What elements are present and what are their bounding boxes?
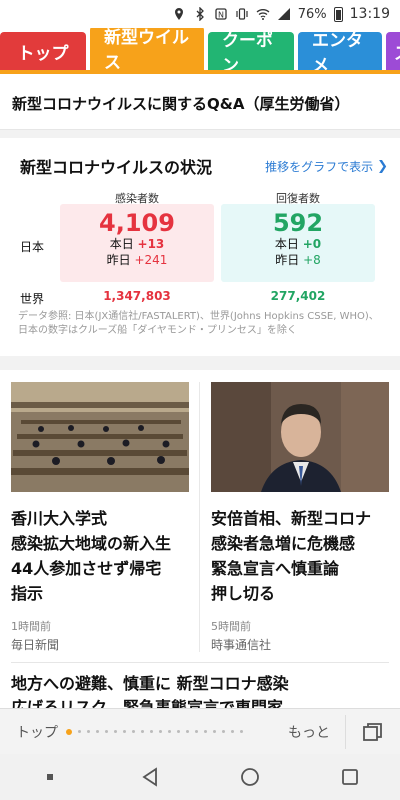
data-source-note: データ参照: 日本(JX通信社/FASTALERT)、世界(Johns Hopk… xyxy=(18,311,379,336)
page-indicator xyxy=(66,728,243,735)
news-source: 毎日新聞 xyxy=(11,638,60,652)
corona-status-card: 新型コロナウイルスの状況 推移をグラフで表示 ❯ 感染者数 回復者数 日本 4,… xyxy=(0,138,400,350)
nav-dot-button[interactable] xyxy=(30,757,70,797)
tab-coupon[interactable]: クーポン xyxy=(208,31,294,70)
page-dot xyxy=(213,730,216,733)
japan-infected-today: +13 xyxy=(137,237,165,251)
page-dot xyxy=(132,730,135,733)
show-graph-link[interactable]: 推移をグラフで表示 ❯ xyxy=(265,158,388,175)
japan-recovered-count: 592 xyxy=(272,209,324,237)
tab-top[interactable]: トップ xyxy=(0,32,86,70)
wifi-icon xyxy=(256,9,270,20)
news-card[interactable]: 安倍首相、新型コロナ 感染者急増に危機感 緊急宣言へ慎重論 押し切る 5時間前 … xyxy=(211,382,389,653)
page-dot xyxy=(96,730,99,733)
today-label: 本日 xyxy=(109,237,134,251)
page-dot-active xyxy=(66,728,72,735)
back-icon xyxy=(142,767,157,787)
page-dot xyxy=(177,730,180,733)
page-dot xyxy=(114,730,117,733)
page-dot xyxy=(195,730,198,733)
battery-icon xyxy=(333,6,343,22)
japan-label: 日本 xyxy=(20,240,45,254)
japan-infected-yesterday: +241 xyxy=(134,253,168,267)
recents-icon xyxy=(342,769,358,785)
page-dot xyxy=(105,730,108,733)
tab-coronavirus[interactable]: 新型ウイルス xyxy=(90,28,204,70)
news-separator xyxy=(11,662,389,663)
japan-recovered-today: +0 xyxy=(302,237,322,251)
recents-button[interactable] xyxy=(330,757,370,797)
page-dot xyxy=(78,730,81,733)
page-dot xyxy=(168,730,171,733)
news-headline: 香川大入学式 感染拡大地域の新入生 44人参加させず帰宅 指示 xyxy=(11,509,172,603)
svg-text:N: N xyxy=(218,11,224,20)
page-dot xyxy=(141,730,144,733)
world-infected-count: 1,347,803 xyxy=(103,289,171,303)
japan-recovered-yesterday: +8 xyxy=(303,253,321,267)
tab-pager-bar: トップ もっと xyxy=(0,708,400,754)
page-dot xyxy=(87,730,90,733)
page-dot xyxy=(123,730,126,733)
bluetooth-icon xyxy=(196,7,204,21)
show-graph-label: 推移をグラフで表示 xyxy=(265,159,374,174)
home-icon xyxy=(241,768,259,786)
japan-infected-box: 4,109 本日 +13 昨日 +241 xyxy=(60,204,214,282)
pager-divider xyxy=(345,715,346,749)
page-dot xyxy=(204,730,207,733)
news-card[interactable]: 香川大入学式 感染拡大地域の新入生 44人参加させず帰宅 指示 1時間前 毎日新… xyxy=(11,382,189,653)
news-headline: 安倍首相、新型コロナ 感染者急増に危機感 緊急宣言へ慎重論 押し切る xyxy=(211,509,372,603)
japan-recovered-box: 592 本日 +0 昨日 +8 xyxy=(221,204,375,282)
clock: 13:19 xyxy=(349,6,390,22)
status-title: 新型コロナウイルスの状況 xyxy=(20,158,213,177)
chevron-right-icon: ❯ xyxy=(377,158,388,174)
signal-icon xyxy=(277,8,290,20)
system-nav-bar xyxy=(0,754,400,800)
back-button[interactable] xyxy=(130,757,170,797)
section-divider xyxy=(0,130,400,138)
square-dot-icon xyxy=(47,774,53,780)
news-source: 時事通信社 xyxy=(211,638,272,652)
news-thumbnail xyxy=(211,382,389,492)
page-dot xyxy=(222,730,225,733)
location-icon xyxy=(174,8,183,20)
page-dot xyxy=(186,730,189,733)
pager-top-label[interactable]: トップ xyxy=(16,722,58,742)
pager-more-label[interactable]: もっと xyxy=(288,722,330,742)
world-recovered-count: 277,402 xyxy=(270,289,326,303)
world-label: 世界 xyxy=(20,292,45,306)
today-label: 本日 xyxy=(274,237,299,251)
nfc-icon: N xyxy=(215,8,227,20)
page-dot xyxy=(240,730,243,733)
japan-infected-count: 4,109 xyxy=(99,209,175,237)
column-divider xyxy=(199,382,200,652)
yesterday-label: 昨日 xyxy=(106,253,131,267)
category-tabs: トップ 新型ウイルス クーポン エンタメ ス xyxy=(0,28,400,74)
news-time: 1時間前 xyxy=(11,620,51,633)
tabs-switch-icon[interactable] xyxy=(362,721,384,743)
battery-percent: 76% xyxy=(297,6,327,22)
home-button[interactable] xyxy=(230,757,270,797)
page-dot xyxy=(150,730,153,733)
yesterday-label: 昨日 xyxy=(275,253,300,267)
page-dot xyxy=(159,730,162,733)
page-dot xyxy=(231,730,234,733)
section-divider xyxy=(0,356,400,370)
status-bar: N 76% 13:19 xyxy=(0,0,400,28)
news-thumbnail xyxy=(11,382,189,492)
tab-entertainment[interactable]: エンタメ xyxy=(298,31,382,70)
tab-sports[interactable]: ス xyxy=(386,32,400,70)
news-headline-wide[interactable]: 地方への避難、慎重に 新型コロナ感染 広げるリスク 緊急事態宣言で専門家 xyxy=(11,672,389,708)
qa-link[interactable]: 新型コロナウイルスに関するQ&A（厚生労働省） xyxy=(0,78,400,130)
news-time: 5時間前 xyxy=(211,620,251,633)
vibrate-icon xyxy=(236,8,248,20)
